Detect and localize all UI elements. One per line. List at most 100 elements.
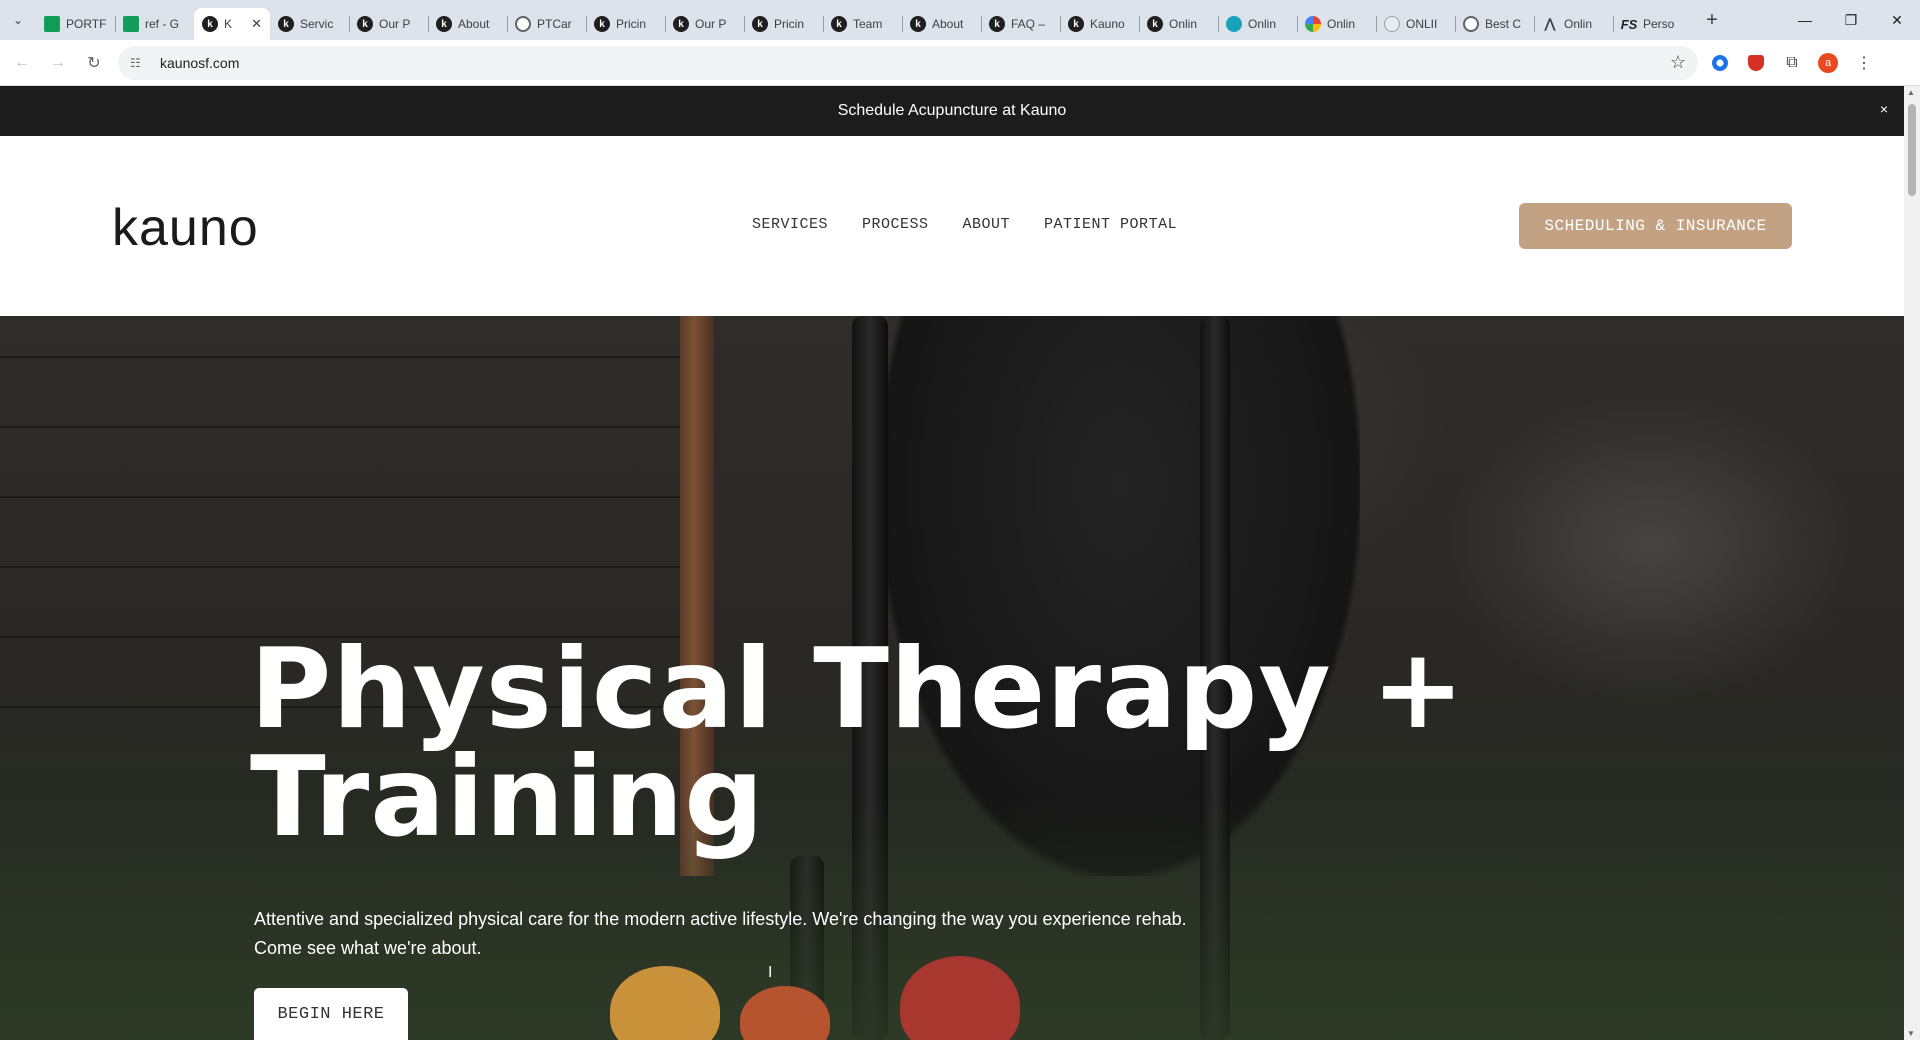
kauno-icon: k: [673, 16, 689, 32]
wall-plank: [0, 426, 700, 428]
tab-title[interactable]: Team: [853, 17, 894, 31]
browser-menu-icon[interactable]: ⋮: [1850, 49, 1878, 77]
tab-title[interactable]: Pricin: [616, 17, 657, 31]
tab-title[interactable]: Kauno: [1090, 17, 1131, 31]
wall-plank: [0, 566, 700, 568]
site-info-icon[interactable]: ☷: [130, 56, 150, 70]
browser-tab[interactable]: Onlin: [1297, 8, 1376, 40]
close-window-icon[interactable]: ✕: [1874, 0, 1920, 40]
fs-logo-icon: FS: [1620, 16, 1638, 32]
back-arrow-icon[interactable]: ←: [8, 49, 36, 77]
browser-tab[interactable]: k Pricin: [586, 8, 665, 40]
tab-title[interactable]: Our P: [379, 17, 420, 31]
tab-title[interactable]: Onlin: [1327, 17, 1368, 31]
extensions-puzzle-icon[interactable]: ⧉: [1778, 49, 1806, 77]
tab-title[interactable]: FAQ –: [1011, 17, 1052, 31]
kauno-icon: k: [989, 16, 1005, 32]
browser-tab[interactable]: k Pricin: [744, 8, 823, 40]
browser-tab[interactable]: k Onlin: [1139, 8, 1218, 40]
browser-tab[interactable]: k About: [902, 8, 981, 40]
tab-title[interactable]: Onlin: [1248, 17, 1289, 31]
kauno-icon: k: [910, 16, 926, 32]
bookmark-star-icon[interactable]: ☆: [1670, 52, 1686, 73]
tab-title[interactable]: ONLII: [1406, 17, 1447, 31]
tab-title[interactable]: Servic: [300, 17, 341, 31]
browser-tab[interactable]: k Our P: [665, 8, 744, 40]
tab-title[interactable]: Onlin: [1169, 17, 1210, 31]
tab-title[interactable]: Perso: [1643, 17, 1684, 31]
tab-title[interactable]: PTCar: [537, 17, 578, 31]
extension-blue-icon[interactable]: [1706, 49, 1734, 77]
browser-tab[interactable]: FS Perso: [1613, 8, 1692, 40]
hero-subtitle-line1: Attentive and specialized physical care …: [254, 909, 1187, 929]
tab-close-icon[interactable]: ✕: [251, 16, 262, 32]
hero-subtitle-line2: Come see what we're about.: [254, 938, 482, 958]
browser-tab[interactable]: k Our P: [349, 8, 428, 40]
browser-tab[interactable]: k Kauno: [1060, 8, 1139, 40]
wall-plank: [0, 496, 700, 498]
tab-title[interactable]: About: [932, 17, 973, 31]
extension-shield-icon[interactable]: [1742, 49, 1770, 77]
scroll-down-icon[interactable]: ▼: [1907, 1029, 1915, 1038]
tab-title[interactable]: About: [458, 17, 499, 31]
tab-title[interactable]: Pricin: [774, 17, 815, 31]
browser-tab[interactable]: ⋀ Onlin: [1534, 8, 1613, 40]
browser-toolbar: ← → ↻ ☷ kaunosf.com ☆ ⧉ a ⋮: [0, 40, 1920, 86]
browser-tab[interactable]: ref - G: [115, 8, 194, 40]
browser-tab[interactable]: Onlin: [1218, 8, 1297, 40]
kauno-icon: k: [436, 16, 452, 32]
kauno-icon: k: [202, 16, 218, 32]
announcement-bar[interactable]: Schedule Acupuncture at Kauno ×: [0, 86, 1904, 136]
address-bar[interactable]: ☷ kaunosf.com ☆: [118, 45, 1698, 80]
sheets-icon: [44, 16, 60, 32]
google-icon: [1305, 16, 1321, 32]
browser-tab[interactable]: k About: [428, 8, 507, 40]
hero-heading: Physical Therapy + Training: [250, 634, 1465, 853]
nav-about[interactable]: ABOUT: [963, 216, 1011, 233]
url-text[interactable]: kaunosf.com: [160, 55, 239, 71]
browser-tab-strip: ⌄ PORTF ref - Gk K ✕ k Servic k Our Pk About PTCa…: [0, 0, 1920, 40]
wall-plank: [0, 356, 700, 358]
tab-title[interactable]: PORTF: [66, 17, 107, 31]
hero-section: Physical Therapy + Training Attentive an…: [0, 316, 1904, 1040]
teal-logo-icon: [1226, 16, 1242, 32]
tab-title[interactable]: Onlin: [1564, 17, 1605, 31]
forward-arrow-icon[interactable]: →: [44, 49, 72, 77]
tab-title[interactable]: Our P: [695, 17, 736, 31]
window-controls: — ❐ ✕: [1782, 0, 1920, 40]
profile-avatar[interactable]: a: [1814, 49, 1842, 77]
announcement-close-icon[interactable]: ×: [1880, 101, 1888, 117]
main-nav: SERVICES PROCESS ABOUT PATIENT PORTAL: [752, 216, 1177, 233]
page-viewport: Schedule Acupuncture at Kauno × kauno SE…: [0, 86, 1904, 1040]
browser-tab[interactable]: k Servic: [270, 8, 349, 40]
minimize-icon[interactable]: —: [1782, 0, 1828, 40]
browser-tab[interactable]: PORTF: [36, 8, 115, 40]
nav-patient-portal[interactable]: PATIENT PORTAL: [1044, 216, 1177, 233]
kauno-icon: k: [831, 16, 847, 32]
browser-tab[interactable]: k Team: [823, 8, 902, 40]
nav-services[interactable]: SERVICES: [752, 216, 828, 233]
new-tab-button[interactable]: +: [1698, 6, 1726, 34]
hero-subtitle: Attentive and specialized physical care …: [254, 905, 1244, 963]
kauno-logo[interactable]: kauno: [112, 202, 259, 254]
browser-tab[interactable]: ONLII: [1376, 8, 1455, 40]
reload-icon[interactable]: ↻: [80, 49, 108, 77]
kauno-icon: k: [1068, 16, 1084, 32]
scheduling-insurance-button[interactable]: SCHEDULING & INSURANCE: [1519, 203, 1792, 249]
tab-search-chevron-icon[interactable]: ⌄: [0, 0, 36, 40]
nav-process[interactable]: PROCESS: [862, 216, 929, 233]
tab-title[interactable]: Best C: [1485, 17, 1526, 31]
restore-icon[interactable]: ❐: [1828, 0, 1874, 40]
page-scrollbar[interactable]: ▲ ▼: [1904, 86, 1920, 1040]
browser-tab[interactable]: k K ✕: [194, 8, 270, 40]
scroll-up-icon[interactable]: ▲: [1907, 88, 1915, 97]
browser-tab[interactable]: Best C: [1455, 8, 1534, 40]
announcement-text[interactable]: Schedule Acupuncture at Kauno: [838, 102, 1067, 120]
browser-tab[interactable]: PTCar: [507, 8, 586, 40]
scrollbar-thumb[interactable]: [1908, 104, 1916, 196]
tab-title[interactable]: ref - G: [145, 17, 186, 31]
globe-icon: [515, 16, 531, 32]
browser-tab[interactable]: k FAQ –: [981, 8, 1060, 40]
begin-here-button[interactable]: BEGIN HERE: [254, 988, 408, 1040]
tab-title[interactable]: K: [224, 17, 245, 31]
